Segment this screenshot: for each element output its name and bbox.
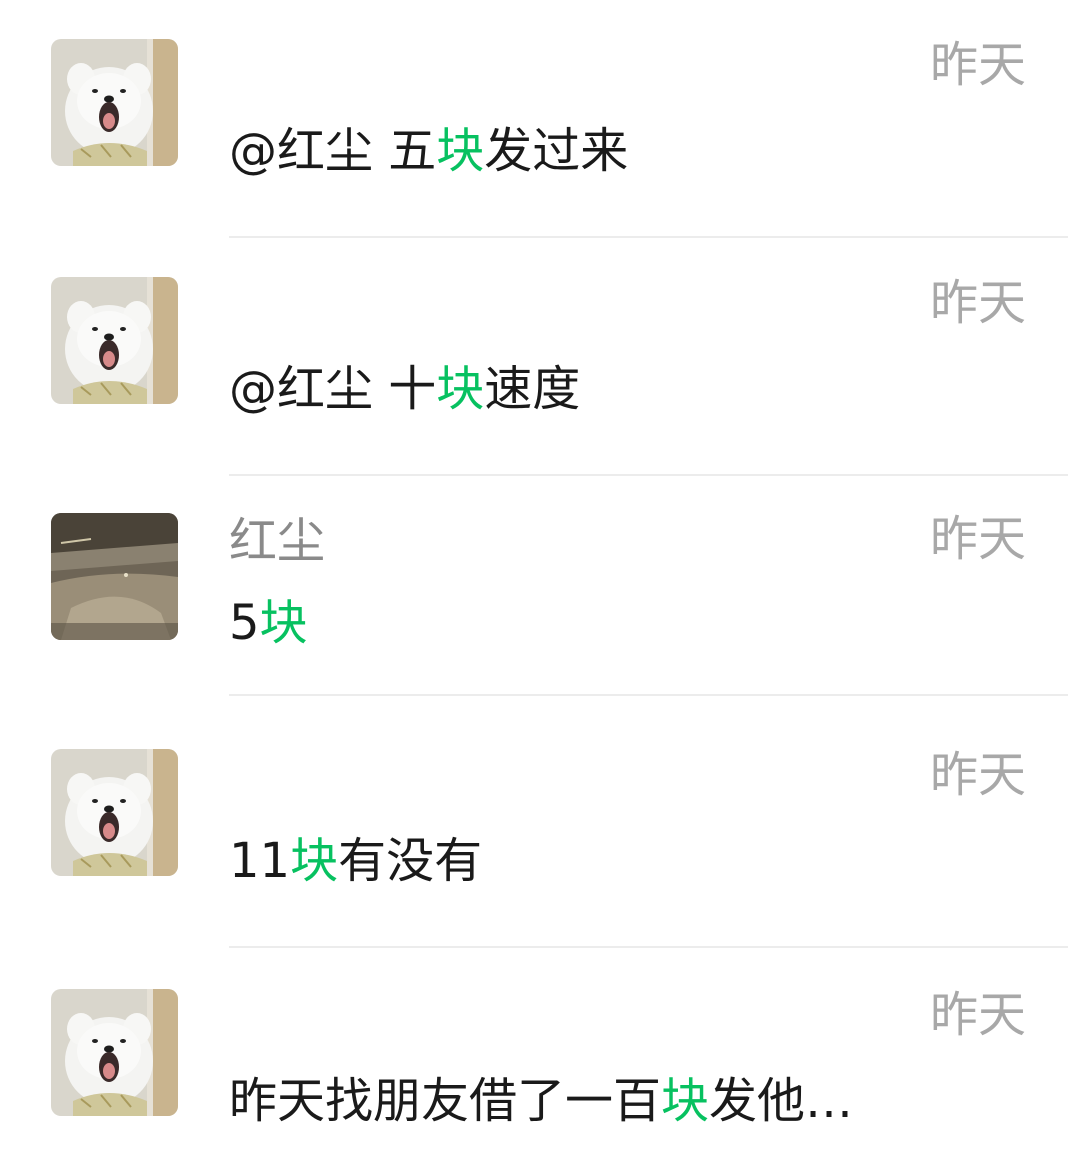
message-text: 速度 <box>484 361 581 417</box>
list-item[interactable]: 昨天 昨天找朋友借了一百块发他… <box>0 950 1068 1168</box>
message-text: @红尘 十 <box>229 361 437 417</box>
timestamp: 昨天 <box>929 987 1026 1043</box>
list-item[interactable]: 昨天 @红尘 五块发过来 <box>0 0 1068 238</box>
message-preview: 11块有没有 <box>229 832 482 890</box>
timestamp: 昨天 <box>929 511 1026 567</box>
keyword-highlight: 块 <box>436 123 485 179</box>
message-text: 发过来 <box>484 123 629 179</box>
timestamp: 昨天 <box>929 37 1026 93</box>
message-text: 11 <box>229 833 291 889</box>
keyword-highlight: 块 <box>436 361 485 417</box>
message-preview: 5块 <box>229 594 308 652</box>
message-text: 发他… <box>709 1073 854 1129</box>
night-street-avatar[interactable] <box>51 513 178 640</box>
message-text: 5 <box>229 595 260 651</box>
white-puppy-avatar[interactable] <box>51 989 178 1116</box>
message-text: @红尘 五 <box>229 123 437 179</box>
keyword-highlight: 块 <box>259 595 308 651</box>
message-text: 昨天找朋友借了一百 <box>229 1073 662 1129</box>
search-results-list: 昨天 @红尘 五块发过来 昨天 @红尘 十块速度 红尘 昨天 5块 昨天 11块… <box>0 0 1068 1168</box>
divider <box>229 946 1068 948</box>
message-text: 有没有 <box>338 833 483 889</box>
list-item[interactable]: 昨天 11块有没有 <box>0 710 1068 948</box>
timestamp: 昨天 <box>929 275 1026 331</box>
white-puppy-avatar[interactable] <box>51 277 178 404</box>
message-preview: @红尘 五块发过来 <box>229 122 628 180</box>
white-puppy-avatar[interactable] <box>51 749 178 876</box>
keyword-highlight: 块 <box>661 1073 710 1129</box>
list-item[interactable]: 昨天 @红尘 十块速度 <box>0 238 1068 476</box>
list-item[interactable]: 红尘 昨天 5块 <box>0 474 1068 696</box>
message-preview: 昨天找朋友借了一百块发他… <box>229 1072 853 1130</box>
timestamp: 昨天 <box>929 747 1026 803</box>
sender-name: 红尘 <box>229 513 326 569</box>
message-preview: @红尘 十块速度 <box>229 360 580 418</box>
divider <box>229 694 1068 696</box>
white-puppy-avatar[interactable] <box>51 39 178 166</box>
keyword-highlight: 块 <box>290 833 339 889</box>
